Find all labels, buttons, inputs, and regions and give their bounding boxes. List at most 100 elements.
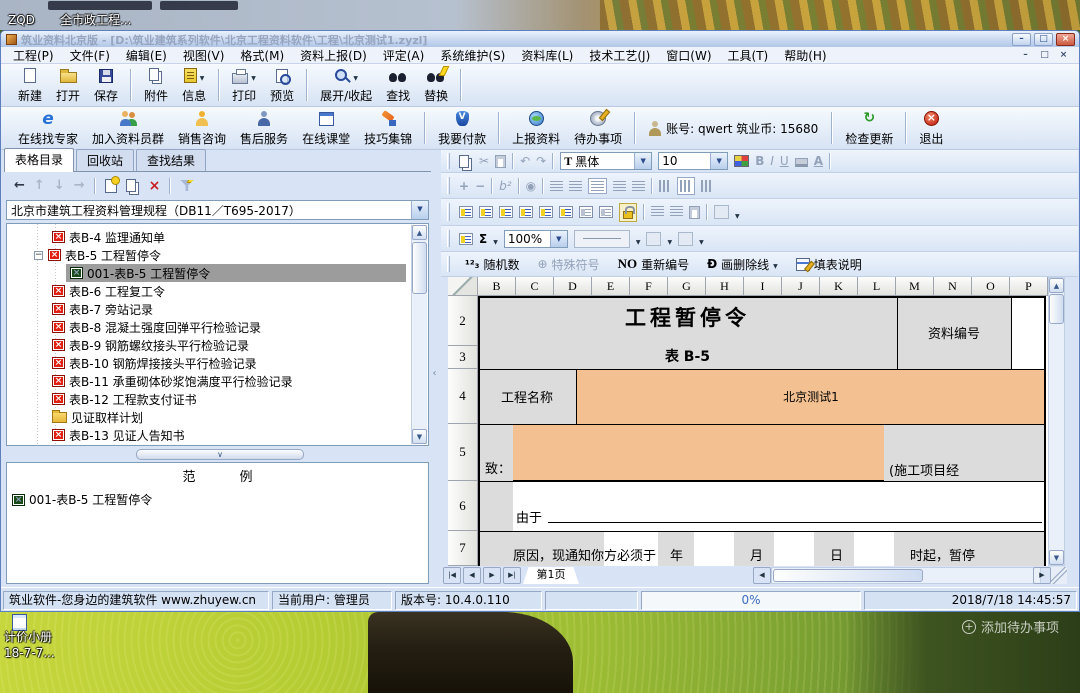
hscroll-left-icon[interactable]: ◀ — [753, 567, 771, 584]
tab-form-catalog[interactable]: 表格目录 — [4, 148, 74, 172]
save-button[interactable]: 保存 — [87, 65, 125, 106]
menu-help[interactable]: 帮助(H) — [776, 47, 834, 64]
menu-file[interactable]: 文件(F) — [62, 47, 118, 64]
project-name-label-cell[interactable]: 工程名称 — [478, 369, 576, 424]
align-left-icon[interactable] — [569, 181, 582, 191]
column-header[interactable]: O — [972, 277, 1010, 296]
tree-item-partial[interactable] — [8, 444, 409, 446]
vertical-text-icon[interactable] — [659, 180, 671, 192]
vertical-text-pressed[interactable] — [677, 177, 695, 195]
insert-row-above-icon[interactable] — [459, 206, 473, 218]
combo-dropdown-icon[interactable]: ▼ — [550, 231, 567, 247]
dropdown-arrow-icon[interactable] — [773, 257, 778, 271]
insert-row-below-icon[interactable] — [499, 206, 513, 218]
align-distribute-icon[interactable] — [632, 181, 645, 191]
tree-item[interactable]: 表B-10 钢筋焊接接头平行检验记录 — [8, 354, 409, 372]
row-header[interactable]: 2 — [448, 296, 478, 346]
toolbar-grip[interactable] — [447, 256, 450, 273]
copy-page-icon[interactable] — [579, 206, 593, 218]
undo-icon[interactable]: ↶ — [520, 154, 530, 168]
todo-button[interactable]: 待办事项 — [567, 108, 629, 149]
tree-item-selected[interactable]: 001-表B-5 工程暂停令 — [8, 264, 409, 282]
minimize-button[interactable]: – — [1012, 33, 1031, 46]
redo-icon[interactable]: ↷ — [536, 154, 546, 168]
blank-cell[interactable] — [854, 531, 894, 566]
last-page-button[interactable]: ▶| — [503, 567, 521, 584]
date-row-cell[interactable]: 原因，现通知你方必须于 年 月 日 时起，暂停 — [478, 531, 1046, 566]
desktop-icon-zqd[interactable]: ZQD — [8, 14, 35, 27]
vertical-text-icon-3[interactable] — [701, 180, 713, 192]
copy-icon[interactable] — [459, 155, 469, 168]
tree-item[interactable]: 表B-13 见证人告知书 — [8, 426, 409, 444]
special-circle-icon[interactable]: ◉ — [526, 179, 536, 193]
new-form-icon[interactable] — [105, 179, 117, 193]
tree-item[interactable]: 表B-6 工程复工令 — [8, 282, 409, 300]
scroll-down-icon[interactable]: ▼ — [412, 429, 427, 444]
form-grid[interactable]: 工程暂停令 表 B-5 资料编号 工程名称 北京测试1 致： (施工项目经 — [478, 296, 1048, 566]
menu-tech[interactable]: 技术工艺(J) — [581, 47, 658, 64]
menu-report[interactable]: 资料上报(D) — [292, 47, 375, 64]
collapse-minus-icon[interactable] — [34, 251, 43, 260]
cut-icon[interactable]: ✂ — [479, 154, 489, 168]
join-group-button[interactable]: 加入资料员群 — [85, 108, 171, 149]
dropdown-arrow-icon[interactable] — [667, 229, 672, 248]
sheet-corner[interactable] — [448, 277, 478, 296]
scroll-thumb[interactable] — [1049, 294, 1064, 324]
dropdown-arrow-icon[interactable] — [200, 69, 205, 83]
panel-splitter[interactable]: ‹ — [431, 361, 438, 387]
next-page-button[interactable]: ▶ — [483, 567, 501, 584]
menu-maintain[interactable]: 系统维护(S) — [432, 47, 513, 64]
column-header[interactable]: J — [782, 277, 820, 296]
border-color-icon[interactable] — [646, 232, 661, 246]
tree-horizontal-scrollbar[interactable]: ∨ — [6, 448, 429, 461]
row-header[interactable]: 7 — [448, 531, 478, 566]
dropdown-arrow-icon[interactable] — [353, 69, 358, 83]
random-number-button[interactable]: ¹²₃随机数 — [459, 255, 525, 274]
column-header[interactable]: M — [896, 277, 934, 296]
dropdown-arrow-icon[interactable] — [493, 229, 498, 248]
service-button[interactable]: 售后服务 — [233, 108, 295, 149]
menu-tools[interactable]: 工具(T) — [720, 47, 777, 64]
column-header[interactable]: P — [1010, 277, 1048, 296]
lock-button-pressed[interactable] — [619, 203, 637, 222]
hscroll-right-icon[interactable]: ▶ — [1033, 567, 1051, 584]
strike-line-button[interactable]: Đ画删除线 — [701, 255, 784, 274]
mdi-restore-button[interactable]: □ — [1037, 49, 1052, 62]
fill-note-button[interactable]: 填表说明 — [790, 255, 868, 274]
column-header[interactable]: L — [858, 277, 896, 296]
tree-item[interactable]: 表B-5 工程暂停令 — [8, 246, 409, 264]
row-spacing-decrease-icon[interactable] — [670, 206, 683, 218]
forward-arrow-icon[interactable]: → — [74, 179, 85, 192]
combo-dropdown-icon[interactable]: ▼ — [710, 153, 727, 169]
check-update-button[interactable]: ↻检查更新 — [838, 108, 900, 149]
sales-button[interactable]: 销售咨询 — [171, 108, 233, 149]
dropdown-arrow-icon[interactable] — [251, 69, 256, 83]
tree-item[interactable]: 表B-8 混凝土强度回弹平行检验记录 — [8, 318, 409, 336]
menu-project[interactable]: 工程(P) — [5, 47, 62, 64]
title-block-cell[interactable]: 工程暂停令 表 B-5 — [478, 296, 897, 369]
desktop-doc-icon[interactable] — [12, 614, 27, 631]
tips-button[interactable]: 技巧集锦 — [357, 108, 419, 149]
align-justify-icon[interactable] — [550, 181, 563, 191]
tree-item[interactable]: 见证取样计划 — [8, 408, 409, 426]
special-symbol-button[interactable]: ⊕特殊符号 — [531, 255, 605, 274]
dropdown-arrow-icon[interactable] — [735, 203, 740, 222]
splitter-collapse-handle[interactable]: ∨ — [136, 449, 304, 460]
increase-icon[interactable]: + — [459, 179, 469, 193]
regulation-combobox[interactable]: 北京市建筑工程资料管理规程（DB11／T695-2017） ▼ — [6, 200, 429, 220]
cell-properties-icon[interactable] — [479, 206, 493, 218]
dropdown-arrow-icon[interactable] — [699, 229, 704, 248]
format-painter-icon[interactable] — [689, 206, 700, 219]
merge-cell-icon[interactable] — [559, 206, 573, 218]
bold-icon[interactable]: B — [755, 154, 764, 168]
preview-button[interactable]: 预览 — [263, 65, 301, 106]
tree-item[interactable]: 表B-4 监理通知单 — [8, 228, 409, 246]
row-header[interactable]: 4 — [448, 369, 478, 424]
tree-item[interactable]: 表B-11 承重砌体砂浆饱满度平行检验记录 — [8, 372, 409, 390]
menu-view[interactable]: 视图(V) — [175, 47, 233, 64]
menu-edit[interactable]: 编辑(E) — [118, 47, 175, 64]
image-insert-icon[interactable] — [714, 205, 729, 219]
column-header[interactable]: K — [820, 277, 858, 296]
tree-item[interactable]: 表B-7 旁站记录 — [8, 300, 409, 318]
decrease-icon[interactable]: − — [475, 179, 485, 193]
